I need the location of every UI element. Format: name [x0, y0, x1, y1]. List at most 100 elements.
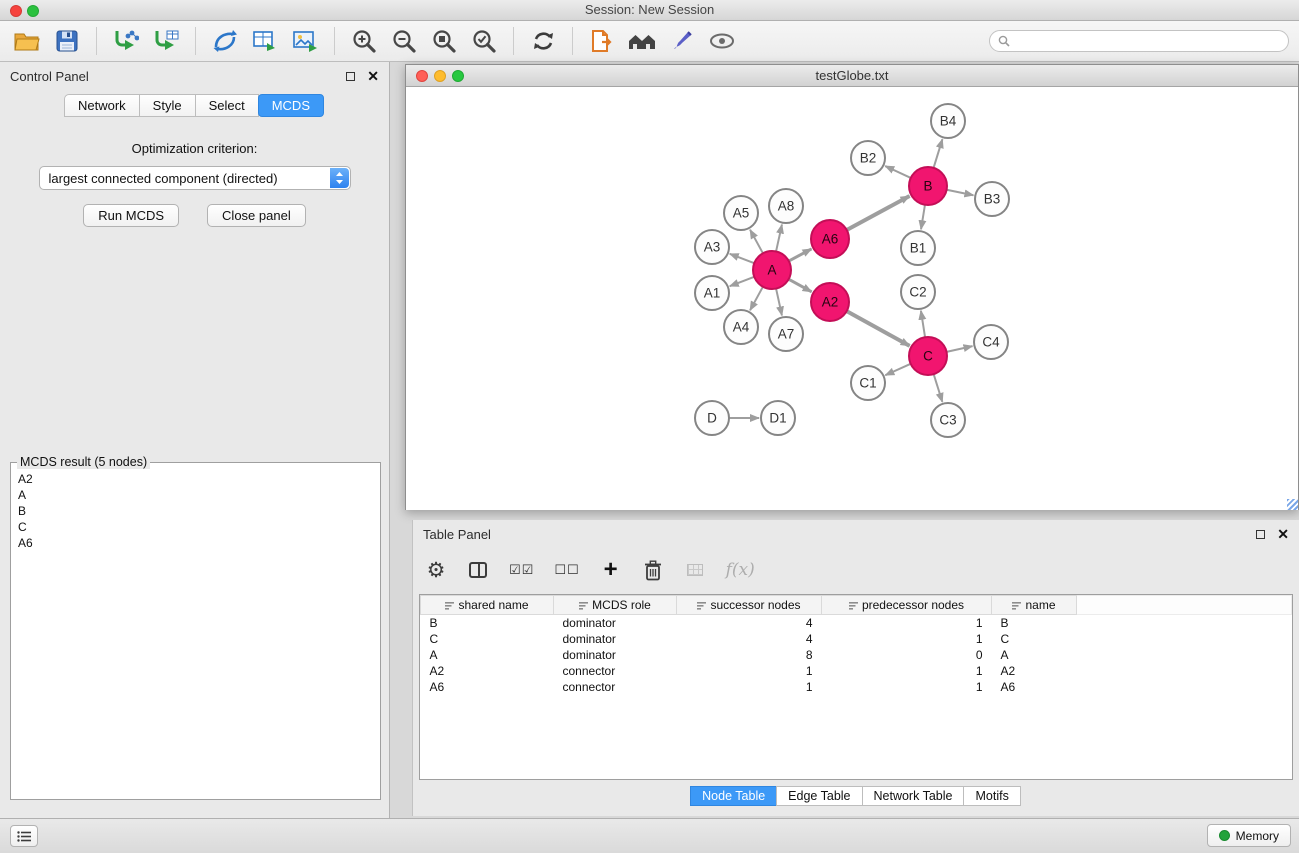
- graph-edge-A-A2[interactable]: [789, 279, 812, 292]
- graph-edge-A-A1[interactable]: [730, 277, 755, 286]
- table-cell[interactable]: 1: [677, 679, 822, 695]
- table-row[interactable]: Bdominator41B: [421, 615, 1292, 632]
- table-cell[interactable]: C: [421, 631, 554, 647]
- style-brush-button[interactable]: [665, 25, 699, 57]
- search-field[interactable]: [989, 30, 1289, 52]
- function-builder-button[interactable]: f(x): [726, 557, 755, 583]
- table-cell[interactable]: B: [421, 615, 554, 632]
- table-cell[interactable]: A: [992, 647, 1077, 663]
- graph-edge-C-C4[interactable]: [947, 346, 973, 352]
- graph-node-B1[interactable]: B1: [901, 231, 935, 265]
- float-panel-icon[interactable]: [346, 72, 355, 81]
- table-cell[interactable]: dominator: [554, 631, 677, 647]
- graph-edge-A-A7[interactable]: [776, 289, 782, 316]
- graph-node-A8[interactable]: A8: [769, 189, 803, 223]
- refresh-button[interactable]: [526, 25, 560, 57]
- graph-edge-A-A3[interactable]: [730, 254, 755, 263]
- graph-edge-A6-B[interactable]: [847, 196, 910, 230]
- table-cell[interactable]: dominator: [554, 647, 677, 663]
- table-cell[interactable]: A2: [992, 663, 1077, 679]
- table-cell[interactable]: 1: [677, 663, 822, 679]
- graph-edge-A-A6[interactable]: [789, 249, 812, 261]
- window-resize-grip[interactable]: [1287, 499, 1298, 510]
- table-cell[interactable]: A6: [421, 679, 554, 695]
- table-row[interactable]: A6connector11A6: [421, 679, 1292, 695]
- table-cell[interactable]: C: [992, 631, 1077, 647]
- zoom-selected-button[interactable]: [467, 25, 501, 57]
- tab-network-table[interactable]: Network Table: [862, 786, 965, 806]
- graph-node-C3[interactable]: C3: [931, 403, 965, 437]
- table-settings-button[interactable]: ⚙: [425, 557, 447, 583]
- table-cell[interactable]: 4: [677, 631, 822, 647]
- table-options-button[interactable]: [248, 25, 282, 57]
- close-panel-icon[interactable]: ✕: [1277, 529, 1289, 539]
- mcds-result-item[interactable]: A2: [15, 471, 376, 487]
- graph-edge-C-C2[interactable]: [921, 311, 925, 337]
- mcds-result-item[interactable]: A6: [15, 535, 376, 551]
- graph-node-A2[interactable]: A2: [811, 283, 849, 321]
- table-cell[interactable]: B: [992, 615, 1077, 632]
- table-cell[interactable]: 1: [822, 631, 992, 647]
- network-canvas[interactable]: B4B2BB3A5A8A6A3B1AA1C2A2A4A7C4CC1C3DD1: [406, 87, 1298, 510]
- zoom-in-button[interactable]: [347, 25, 381, 57]
- tab-mcds[interactable]: MCDS: [258, 94, 324, 117]
- save-session-button[interactable]: [50, 25, 84, 57]
- zoom-fit-content-button[interactable]: [427, 25, 461, 57]
- open-session-button[interactable]: [10, 25, 44, 57]
- table-cell[interactable]: 8: [677, 647, 822, 663]
- network-options-button[interactable]: [208, 25, 242, 57]
- tab-node-table[interactable]: Node Table: [690, 786, 777, 806]
- network-window-titlebar[interactable]: testGlobe.txt: [406, 65, 1298, 87]
- table-cell[interactable]: connector: [554, 663, 677, 679]
- graph-node-C1[interactable]: C1: [851, 366, 885, 400]
- graph-edge-A-A4[interactable]: [750, 287, 763, 311]
- tab-motifs[interactable]: Motifs: [963, 786, 1020, 806]
- delete-table-button[interactable]: [684, 557, 706, 583]
- mcds-result-item[interactable]: A: [15, 487, 376, 503]
- graph-node-D[interactable]: D: [695, 401, 729, 435]
- tab-network[interactable]: Network: [64, 94, 140, 117]
- task-history-button[interactable]: [10, 825, 38, 847]
- graph-node-A1[interactable]: A1: [695, 276, 729, 310]
- graph-edge-B-B3[interactable]: [947, 190, 974, 195]
- table-cell[interactable]: 1: [822, 615, 992, 632]
- graph-node-C[interactable]: C: [909, 337, 947, 375]
- graph-edge-C-C3[interactable]: [934, 374, 943, 402]
- graph-node-D1[interactable]: D1: [761, 401, 795, 435]
- graph-node-B4[interactable]: B4: [931, 104, 965, 138]
- table-cell[interactable]: dominator: [554, 615, 677, 632]
- graph-edge-A2-C[interactable]: [847, 311, 910, 346]
- table-cell[interactable]: A: [421, 647, 554, 663]
- graph-edge-B-B2[interactable]: [885, 166, 911, 178]
- graph-edge-A-A8[interactable]: [776, 225, 782, 252]
- import-network-from-file-button[interactable]: [109, 25, 143, 57]
- close-panel-button[interactable]: Close panel: [207, 204, 306, 227]
- column-header-predecessor-nodes[interactable]: predecessor nodes: [822, 596, 992, 615]
- column-header-mcds-role[interactable]: MCDS role: [554, 596, 677, 615]
- table-cell[interactable]: 1: [822, 663, 992, 679]
- table-row[interactable]: Cdominator41C: [421, 631, 1292, 647]
- graph-node-B[interactable]: B: [909, 167, 947, 205]
- table-cell[interactable]: 1: [822, 679, 992, 695]
- memory-button[interactable]: Memory: [1207, 824, 1291, 847]
- graph-node-A7[interactable]: A7: [769, 317, 803, 351]
- close-panel-icon[interactable]: ✕: [367, 71, 379, 81]
- graph-node-C4[interactable]: C4: [974, 325, 1008, 359]
- graph-node-A4[interactable]: A4: [724, 310, 758, 344]
- graph-node-C2[interactable]: C2: [901, 275, 935, 309]
- show-columns-button[interactable]: [467, 557, 489, 583]
- run-mcds-button[interactable]: Run MCDS: [83, 204, 179, 227]
- table-cell[interactable]: A2: [421, 663, 554, 679]
- graph-node-A6[interactable]: A6: [811, 220, 849, 258]
- graph-node-A[interactable]: A: [753, 251, 791, 289]
- table-row[interactable]: A2connector11A2: [421, 663, 1292, 679]
- graph-node-B3[interactable]: B3: [975, 182, 1009, 216]
- tab-edge-table[interactable]: Edge Table: [776, 786, 862, 806]
- graph-node-B2[interactable]: B2: [851, 141, 885, 175]
- table-row[interactable]: Adominator80A: [421, 647, 1292, 663]
- graph-edge-B-B1[interactable]: [921, 205, 925, 229]
- snapshot-button[interactable]: [585, 25, 619, 57]
- zoom-out-button[interactable]: [387, 25, 421, 57]
- column-header-shared-name[interactable]: shared name: [421, 596, 554, 615]
- graph-edge-B-B4[interactable]: [934, 139, 943, 168]
